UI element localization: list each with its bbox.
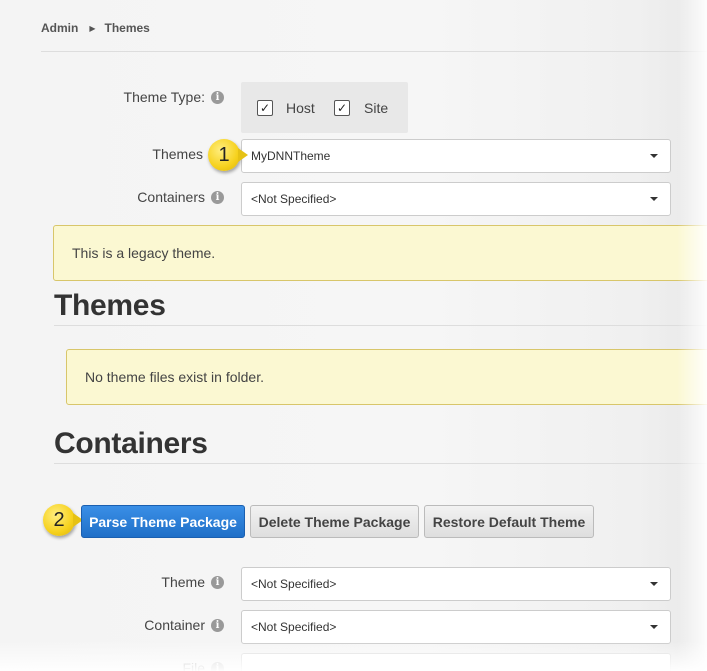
page: Admin ▶ Themes Theme Type: i ✓ Host ✓ Si… [0,0,707,671]
breadcrumb-admin[interactable]: Admin [41,21,78,35]
themes-select[interactable]: MyDNNTheme [241,139,671,173]
parse-theme-package-button[interactable]: Parse Theme Package [81,505,245,538]
themes-select-value: MyDNNTheme [251,149,331,163]
containers-select-value: <Not Specified> [251,192,337,206]
file-select[interactable] [241,653,671,671]
no-theme-files-notice: No theme files exist in folder. [66,349,707,405]
callout-1: 1 [208,139,240,171]
caret-right-icon: ▶ [89,23,96,33]
themes-heading-divider [54,325,707,326]
theme-label-row: Theme i [60,573,224,591]
themes-label: Themes [152,146,203,162]
containers-heading-divider [54,463,707,464]
theme-type-label-row: Theme Type: i [60,88,224,106]
host-checkbox[interactable]: ✓ [257,100,273,116]
container-select[interactable]: <Not Specified> [241,610,671,644]
caret-down-icon [650,625,658,629]
edge-fade [677,0,707,671]
container-label: Container [144,617,205,633]
caret-down-icon [650,582,658,586]
containers-label-row: Containers i [60,188,224,206]
breadcrumb-divider [41,51,707,52]
theme-type-label: Theme Type: [123,89,205,105]
caret-down-icon [650,197,658,201]
containers-select[interactable]: <Not Specified> [241,182,671,216]
info-icon[interactable]: i [211,618,224,632]
themes-heading: Themes [54,289,166,322]
legacy-theme-notice: This is a legacy theme. [53,225,707,281]
check-icon: ✓ [336,101,348,115]
site-checkbox-label: Site [364,100,389,116]
info-icon[interactable]: i [211,190,224,204]
themes-label-row: Themes [60,145,203,163]
breadcrumb-themes[interactable]: Themes [105,21,150,35]
caret-down-icon [650,154,658,158]
callout-1-number: 1 [218,144,230,166]
callout-2: 2 [43,504,75,536]
container-select-value: <Not Specified> [251,620,337,634]
check-icon: ✓ [259,101,271,115]
info-icon[interactable]: i [211,575,224,589]
site-checkbox[interactable]: ✓ [334,100,350,116]
breadcrumb: Admin ▶ Themes [41,21,150,35]
no-theme-files-text: No theme files exist in folder. [85,369,264,385]
info-icon[interactable]: i [211,661,224,671]
restore-default-theme-button[interactable]: Restore Default Theme [424,505,594,538]
containers-heading: Containers [54,427,208,460]
containers-label: Containers [137,189,205,205]
host-checkbox-label: Host [286,100,315,116]
file-label: File [182,660,205,671]
theme-select[interactable]: <Not Specified> [241,567,671,601]
callout-1-pointer [238,148,248,162]
callout-2-number: 2 [53,509,65,531]
theme-label: Theme [161,574,205,590]
theme-type-panel: ✓ Host ✓ Site [241,82,408,133]
info-icon[interactable]: i [211,90,224,104]
theme-select-value: <Not Specified> [251,577,337,591]
container-label-row: Container i [60,616,224,634]
legacy-theme-notice-text: This is a legacy theme. [72,245,216,261]
delete-theme-package-button[interactable]: Delete Theme Package [250,505,419,538]
file-label-row: File i [60,659,224,671]
